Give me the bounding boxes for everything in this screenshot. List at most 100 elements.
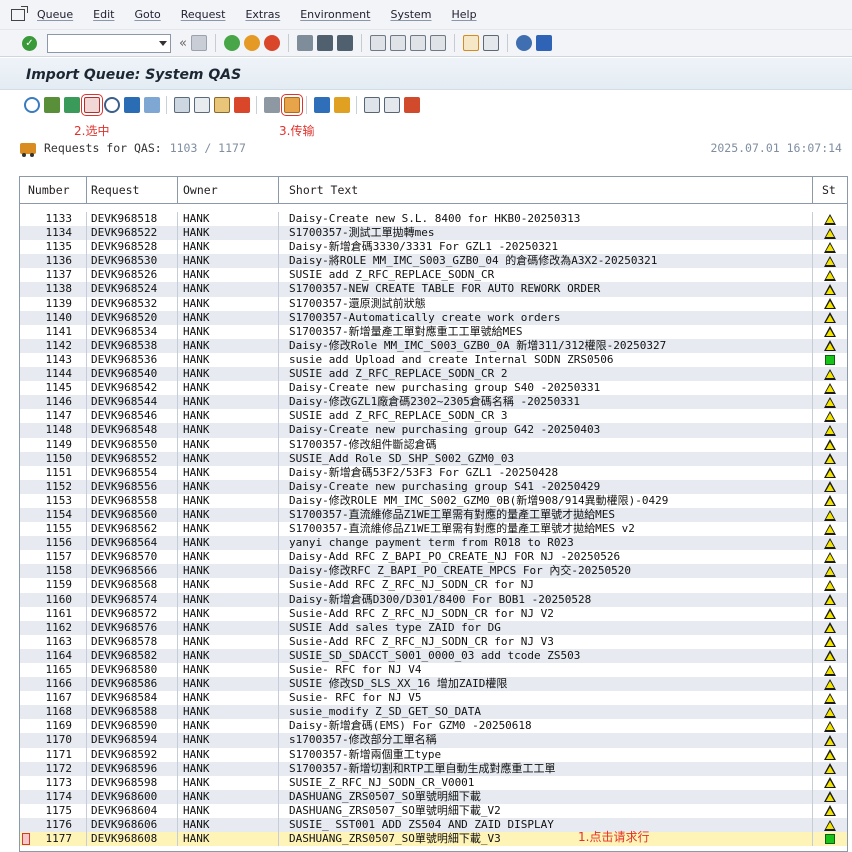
table-row[interactable]: 1155 DEVK968562 HANK S1700357-直流維修品Z1WE工單需有… (20, 522, 847, 537)
sort-icon[interactable] (144, 97, 160, 113)
save-icon[interactable] (190, 35, 207, 51)
column-header-status[interactable]: St (813, 177, 847, 204)
table-row[interactable]: 1135 DEVK968528 HANK Daisy-新增倉碼3330/3331 Fo… (20, 240, 847, 255)
table-row[interactable]: 1168 DEVK968588 HANK susie_modify Z_SD_GET_… (20, 705, 847, 720)
shortcut-icon[interactable] (482, 35, 499, 51)
filter-icon[interactable] (64, 97, 80, 113)
table-row[interactable]: 1174 DEVK968600 HANK DASHUANG_ZRS0507_SO單號明… (20, 789, 847, 804)
table-row[interactable]: 1154 DEVK968560 HANK S1700357-直流維修品Z1WE工單需有… (20, 507, 847, 523)
cell-number-text: 1138 (45, 282, 73, 296)
detail-icon[interactable] (194, 97, 210, 113)
table-row[interactable]: 1151 DEVK968554 HANK Daisy-新增倉碼53F2/53F3 Fo… (20, 465, 847, 480)
table-row[interactable]: 1164 DEVK968582 HANK SUSIE_SD_SDACCT_S001_0… (20, 648, 847, 663)
command-field[interactable] (47, 33, 171, 53)
table-row[interactable]: 1143 DEVK968536 HANK susie add Upload and c… (20, 352, 847, 368)
table-row[interactable]: 1137 DEVK968526 HANK SUSIE add Z_RFC_REPLAC… (20, 268, 847, 283)
find-icon[interactable] (316, 35, 333, 51)
table-row[interactable]: 1162 DEVK968576 HANK SUSIE Add sales type Z… (20, 620, 847, 635)
table-row[interactable]: 1175 DEVK968604 HANK DASHUANG_ZRS0507_SO單號明… (20, 803, 847, 819)
menu-edit[interactable]: Edit (93, 8, 114, 21)
table-row[interactable]: 1176 DEVK968606 HANK SUSIE_ SST001 ADD ZS50… (20, 818, 847, 833)
table-row[interactable]: 1149 DEVK968550 HANK S1700357-修改組件斷認倉碼 (20, 437, 847, 452)
column-header-short-text[interactable]: Short Text (279, 177, 813, 204)
column-header-owner[interactable]: Owner (178, 177, 279, 204)
command-input[interactable] (48, 34, 153, 52)
collapse-icon[interactable]: « (179, 36, 187, 51)
set-filter-icon[interactable] (124, 97, 140, 113)
table-row[interactable]: 1165 DEVK968580 HANK Susie- RFC for NJ V4 (20, 663, 847, 678)
table-row[interactable]: 1152 DEVK968556 HANK Daisy-Create new purch… (20, 479, 847, 494)
table-row[interactable]: 1171 DEVK968592 HANK S1700357-新增兩個重工type (20, 747, 847, 762)
table-row[interactable]: 1147 DEVK968546 HANK SUSIE add Z_RFC_REPLAC… (20, 409, 847, 424)
tools-icon[interactable] (334, 97, 350, 113)
transport-truck-icon[interactable] (281, 94, 303, 116)
table-row[interactable]: 1150 DEVK968552 HANK SUSIE_Add Role SD_SHP_… (20, 451, 847, 466)
table-row[interactable]: 1153 DEVK968558 HANK Daisy-修改ROLE MM_IMC_S0… (20, 493, 847, 508)
table-row[interactable]: 1159 DEVK968568 HANK Susie-Add RFC Z_RFC_NJ… (20, 578, 847, 593)
exit-icon[interactable] (243, 35, 260, 51)
table-row[interactable]: 1172 DEVK968596 HANK S1700357-新增切割和RTP工單自動生… (20, 761, 847, 776)
system-menu-icon[interactable] (11, 5, 28, 21)
table-row[interactable]: 1146 DEVK968544 HANK Daisy-修改GZL1廠倉碼2302~23… (20, 395, 847, 410)
settings-icon[interactable] (364, 97, 380, 113)
monitor-icon[interactable] (314, 97, 330, 113)
enter-check-icon[interactable]: ✓ (22, 35, 37, 51)
menu-system[interactable]: System (390, 8, 431, 21)
table-row[interactable]: 1140 DEVK968520 HANK S1700357-Automatically… (20, 310, 847, 325)
column-header-request[interactable]: Request (87, 177, 178, 204)
list-icon[interactable] (384, 97, 400, 113)
table-row[interactable]: 1144 DEVK968540 HANK SUSIE add Z_RFC_REPLA… (20, 367, 847, 382)
table-row[interactable]: 1160 DEVK968574 HANK Daisy-新增倉碼D300/D301/84… (20, 592, 847, 607)
chevron-down-icon[interactable] (159, 40, 167, 46)
cancel-icon[interactable] (263, 35, 280, 51)
last-page-icon[interactable] (429, 35, 446, 51)
select-request-icon[interactable] (81, 94, 103, 116)
table-row[interactable]: 1148 DEVK968548 HANK Daisy-Create new purch… (20, 423, 847, 438)
table-row[interactable]: 1163 DEVK968578 HANK Susie-Add RFC Z_RFC_NJ… (20, 634, 847, 649)
table-row[interactable]: 1156 DEVK968564 HANK yanyi change payment t… (20, 536, 847, 551)
next-page-icon[interactable] (409, 35, 426, 51)
table-row[interactable]: 1170 DEVK968594 HANK s1700357-修改部分工單名稱 (20, 733, 847, 748)
help-icon[interactable] (515, 35, 532, 51)
table-row[interactable]: 1167 DEVK968584 HANK Susie- RFC for NJ V5 (20, 691, 847, 706)
back-icon[interactable] (223, 35, 240, 51)
table-row[interactable]: 1161 DEVK968572 HANK Susie-Add RFC Z_RFC_NJ… (20, 606, 847, 621)
menu-extras[interactable]: Extras (245, 8, 280, 21)
menu-environment[interactable]: Environment (300, 8, 370, 21)
table-row[interactable]: 1138 DEVK968524 HANK S1700357-NEW CREATE TA… (20, 282, 847, 297)
menu-request[interactable]: Request (181, 8, 226, 21)
new-session-icon[interactable] (462, 35, 479, 51)
info-icon[interactable] (404, 97, 420, 113)
table-row[interactable]: 1157 DEVK968570 HANK Daisy-Add RFC Z_BAPI_P… (20, 550, 847, 565)
table-row[interactable]: 1139 DEVK968532 HANK S1700357-還原測試前狀態 (20, 296, 847, 311)
table-row[interactable]: 1145 DEVK968542 HANK Daisy-Create new purch… (20, 381, 847, 396)
find-next-icon[interactable] (336, 35, 353, 51)
table-row[interactable]: 1173 DEVK968598 HANK SUSIE_Z_RFC_NJ_SODN_CR… (20, 775, 847, 790)
print-icon[interactable] (296, 35, 313, 51)
cell-owner: HANK (178, 395, 279, 410)
previous-page-icon[interactable] (389, 35, 406, 51)
table-row[interactable]: 1169 DEVK968590 HANK Daisy-新增倉碼(EMS) For GZ… (20, 719, 847, 734)
refresh-icon[interactable] (24, 97, 40, 113)
lock-icon[interactable] (264, 97, 280, 113)
menu-goto[interactable]: Goto (134, 8, 160, 21)
table-row[interactable]: 1142 DEVK968538 HANK Daisy-修改Role MM_IMC_S0… (20, 338, 847, 353)
table-row[interactable]: 1141 DEVK968534 HANK S1700357-新增量產工單對應重工工單號… (20, 324, 847, 339)
history-icon[interactable] (174, 97, 190, 113)
target-icon[interactable] (234, 97, 250, 113)
table-row[interactable]: 1166 DEVK968586 HANK SUSIE 修改SD_SLS_XX_16 增… (20, 677, 847, 692)
logs-icon[interactable] (214, 97, 230, 113)
table-row[interactable]: 1177 DEVK968608 HANK DASHUANG_ZRS0507_SO單號明… (20, 832, 847, 847)
menu-queue[interactable]: Queue (37, 8, 73, 21)
search-icon[interactable] (104, 97, 120, 113)
current-row-marker-icon[interactable] (22, 833, 30, 846)
menu-help[interactable]: Help (452, 8, 477, 21)
column-header-number[interactable]: Number (20, 177, 87, 204)
import-icon[interactable] (44, 97, 60, 113)
first-page-icon[interactable] (369, 35, 386, 51)
table-row[interactable]: 1134 DEVK968522 HANK S1700357-測試工單拋轉mes (20, 226, 847, 241)
layout-icon[interactable] (535, 35, 552, 51)
table-row[interactable]: 1133 DEVK968518 HANK Daisy-Create new S.L. … (20, 212, 847, 227)
table-row[interactable]: 1158 DEVK968566 HANK Daisy-修改RFC Z_BAPI_PO_… (20, 564, 847, 579)
table-row[interactable]: 1136 DEVK968530 HANK Daisy-將ROLE MM_IMC_S00… (20, 254, 847, 269)
